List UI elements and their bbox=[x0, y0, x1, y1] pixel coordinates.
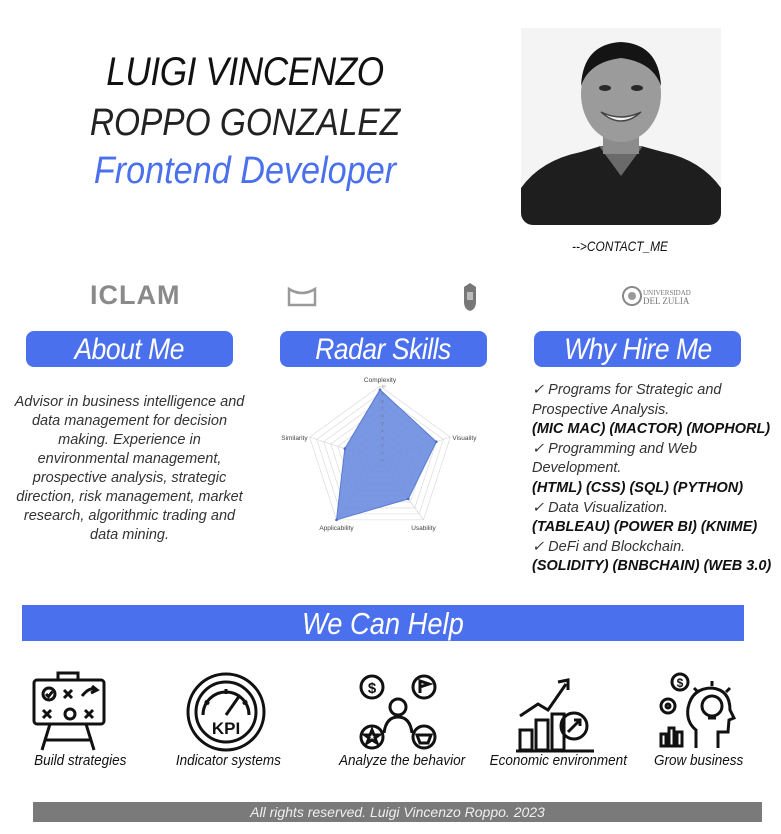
service-label-strategies: Build strategies bbox=[20, 752, 140, 769]
service-label-behavior: Analyze the behavior bbox=[330, 752, 474, 769]
hire-item: ✓ Programming and Web Development. (HTML… bbox=[532, 440, 772, 499]
service-label-indicators-text: Indicator systems bbox=[175, 752, 281, 769]
university-logo: UNIVERSIDAD DEL ZULIA bbox=[622, 282, 702, 312]
hire-item-text: ✓ Data Visualization. bbox=[532, 499, 669, 516]
wave-logo-icon bbox=[286, 285, 318, 314]
radar-category-label: Usability bbox=[411, 525, 436, 532]
we-can-help-heading: We Can Help bbox=[22, 605, 744, 641]
growth-chart-icon bbox=[514, 674, 596, 759]
svg-text:KPI: KPI bbox=[212, 719, 240, 738]
strategy-board-icon bbox=[28, 670, 108, 757]
name-line-2: ROPPO GONZALEZ bbox=[89, 102, 401, 144]
svg-text:$: $ bbox=[368, 680, 377, 697]
radar-tick-label: 2 bbox=[382, 444, 384, 448]
consumer-behavior-icon: $ bbox=[358, 673, 438, 758]
radar-tick-label: 9 bbox=[382, 392, 384, 396]
about-me-text: Advisor in business intelligence and dat… bbox=[14, 394, 245, 543]
radar-data-point bbox=[335, 518, 338, 522]
why-hire-me-title: Why Hire Me bbox=[563, 333, 712, 366]
profile-photo-illustration bbox=[521, 28, 721, 225]
radar-category-label: Visuality bbox=[452, 435, 477, 442]
contact-me-link[interactable]: -->CONTACT_ME bbox=[552, 238, 688, 254]
radar-tick-label: 7 bbox=[382, 407, 384, 411]
service-label-economic-text: Economic environment bbox=[489, 752, 627, 769]
radar-tick-label: 5 bbox=[382, 422, 384, 426]
hire-item: ✓ Programs for Strategic and Prospective… bbox=[532, 381, 772, 440]
radar-data-point bbox=[406, 497, 410, 501]
svg-text:$: $ bbox=[677, 676, 684, 690]
about-me-heading: About Me bbox=[26, 331, 233, 367]
radar-tick-label: 6 bbox=[382, 414, 384, 418]
about-me-title: About Me bbox=[74, 333, 185, 366]
iclam-logo: ICLAM bbox=[90, 280, 181, 310]
hire-item-tools: (SOLIDITY) (BNBCHAIN) (WEB 3.0) bbox=[532, 558, 772, 575]
radar-tick-label: 0 bbox=[382, 459, 384, 463]
why-hire-me-list: ✓ Programs for Strategic and Prospective… bbox=[532, 381, 772, 577]
radar-skills-chart: 0 1 2 3 4 5 6 7 8 9 10Complexity Visuality Usability… bbox=[281, 377, 477, 532]
why-hire-me-heading: Why Hire Me bbox=[534, 331, 741, 367]
service-label-grow: Grow business bbox=[646, 752, 752, 769]
radar-tick-label: 8 bbox=[382, 399, 384, 403]
service-label-strategies-text: Build strategies bbox=[33, 752, 127, 769]
hire-item-text: ✓ DeFi and Blockchain. bbox=[532, 538, 686, 555]
radar-data-point bbox=[378, 388, 382, 391]
university-crest-icon bbox=[622, 286, 642, 306]
we-can-help-title: We Can Help bbox=[302, 606, 464, 641]
university-line-2: DEL ZULIA bbox=[643, 296, 690, 306]
business-idea-icon: $ bbox=[656, 672, 738, 757]
hire-item-text: ✓ Programming and Web Development. bbox=[532, 440, 698, 477]
service-label-grow-text: Grow business bbox=[654, 752, 744, 769]
radar-data-point bbox=[343, 447, 347, 450]
radar-category-label: Complexity bbox=[364, 377, 397, 384]
hire-item-tools: (MIC MAC) (MACTOR) (MOPHORL) bbox=[532, 421, 771, 438]
service-label-indicators: Indicator systems bbox=[166, 752, 290, 769]
radar-skills-title: Radar Skills bbox=[315, 333, 452, 366]
name-line-1: LUIGI VINCENZO bbox=[106, 50, 384, 94]
university-name: UNIVERSIDAD DEL ZULIA bbox=[643, 289, 691, 306]
radar-tick-label: 4 bbox=[382, 429, 384, 433]
shield-logo-icon bbox=[462, 282, 478, 317]
radar-tick-label: 10 bbox=[382, 385, 386, 389]
radar-category-label: Applicability bbox=[319, 525, 354, 532]
radar-tick-label: 1 bbox=[382, 451, 384, 455]
hire-item-text: ✓ Programs for Strategic and Prospective… bbox=[532, 382, 722, 418]
kpi-gauge-icon: KPI bbox=[185, 671, 267, 758]
service-label-behavior-text: Analyze the behavior bbox=[338, 752, 466, 769]
footer-copyright: All rights reserved. Luigi Vincenzo Ropp… bbox=[33, 802, 762, 822]
radar-category-label: Similarity bbox=[281, 435, 308, 442]
hire-item-tools: (TABLEAU) (POWER BI) (KNIME) bbox=[532, 519, 758, 536]
hire-item: ✓ DeFi and Blockchain. (SOLIDITY) (BNBCH… bbox=[532, 538, 772, 577]
radar-series-area bbox=[335, 388, 437, 521]
radar-data-point bbox=[435, 440, 438, 444]
service-label-economic: Economic environment bbox=[482, 752, 634, 769]
hire-item: ✓ Data Visualization. (TABLEAU) (POWER B… bbox=[532, 499, 772, 538]
radar-skills-heading: Radar Skills bbox=[280, 331, 487, 367]
hire-item-tools: (HTML) (CSS) (SQL) (PYTHON) bbox=[532, 479, 744, 496]
radar-tick-label: 3 bbox=[382, 436, 384, 440]
profile-photo bbox=[521, 28, 721, 225]
job-title: Frontend Developer bbox=[93, 150, 397, 192]
